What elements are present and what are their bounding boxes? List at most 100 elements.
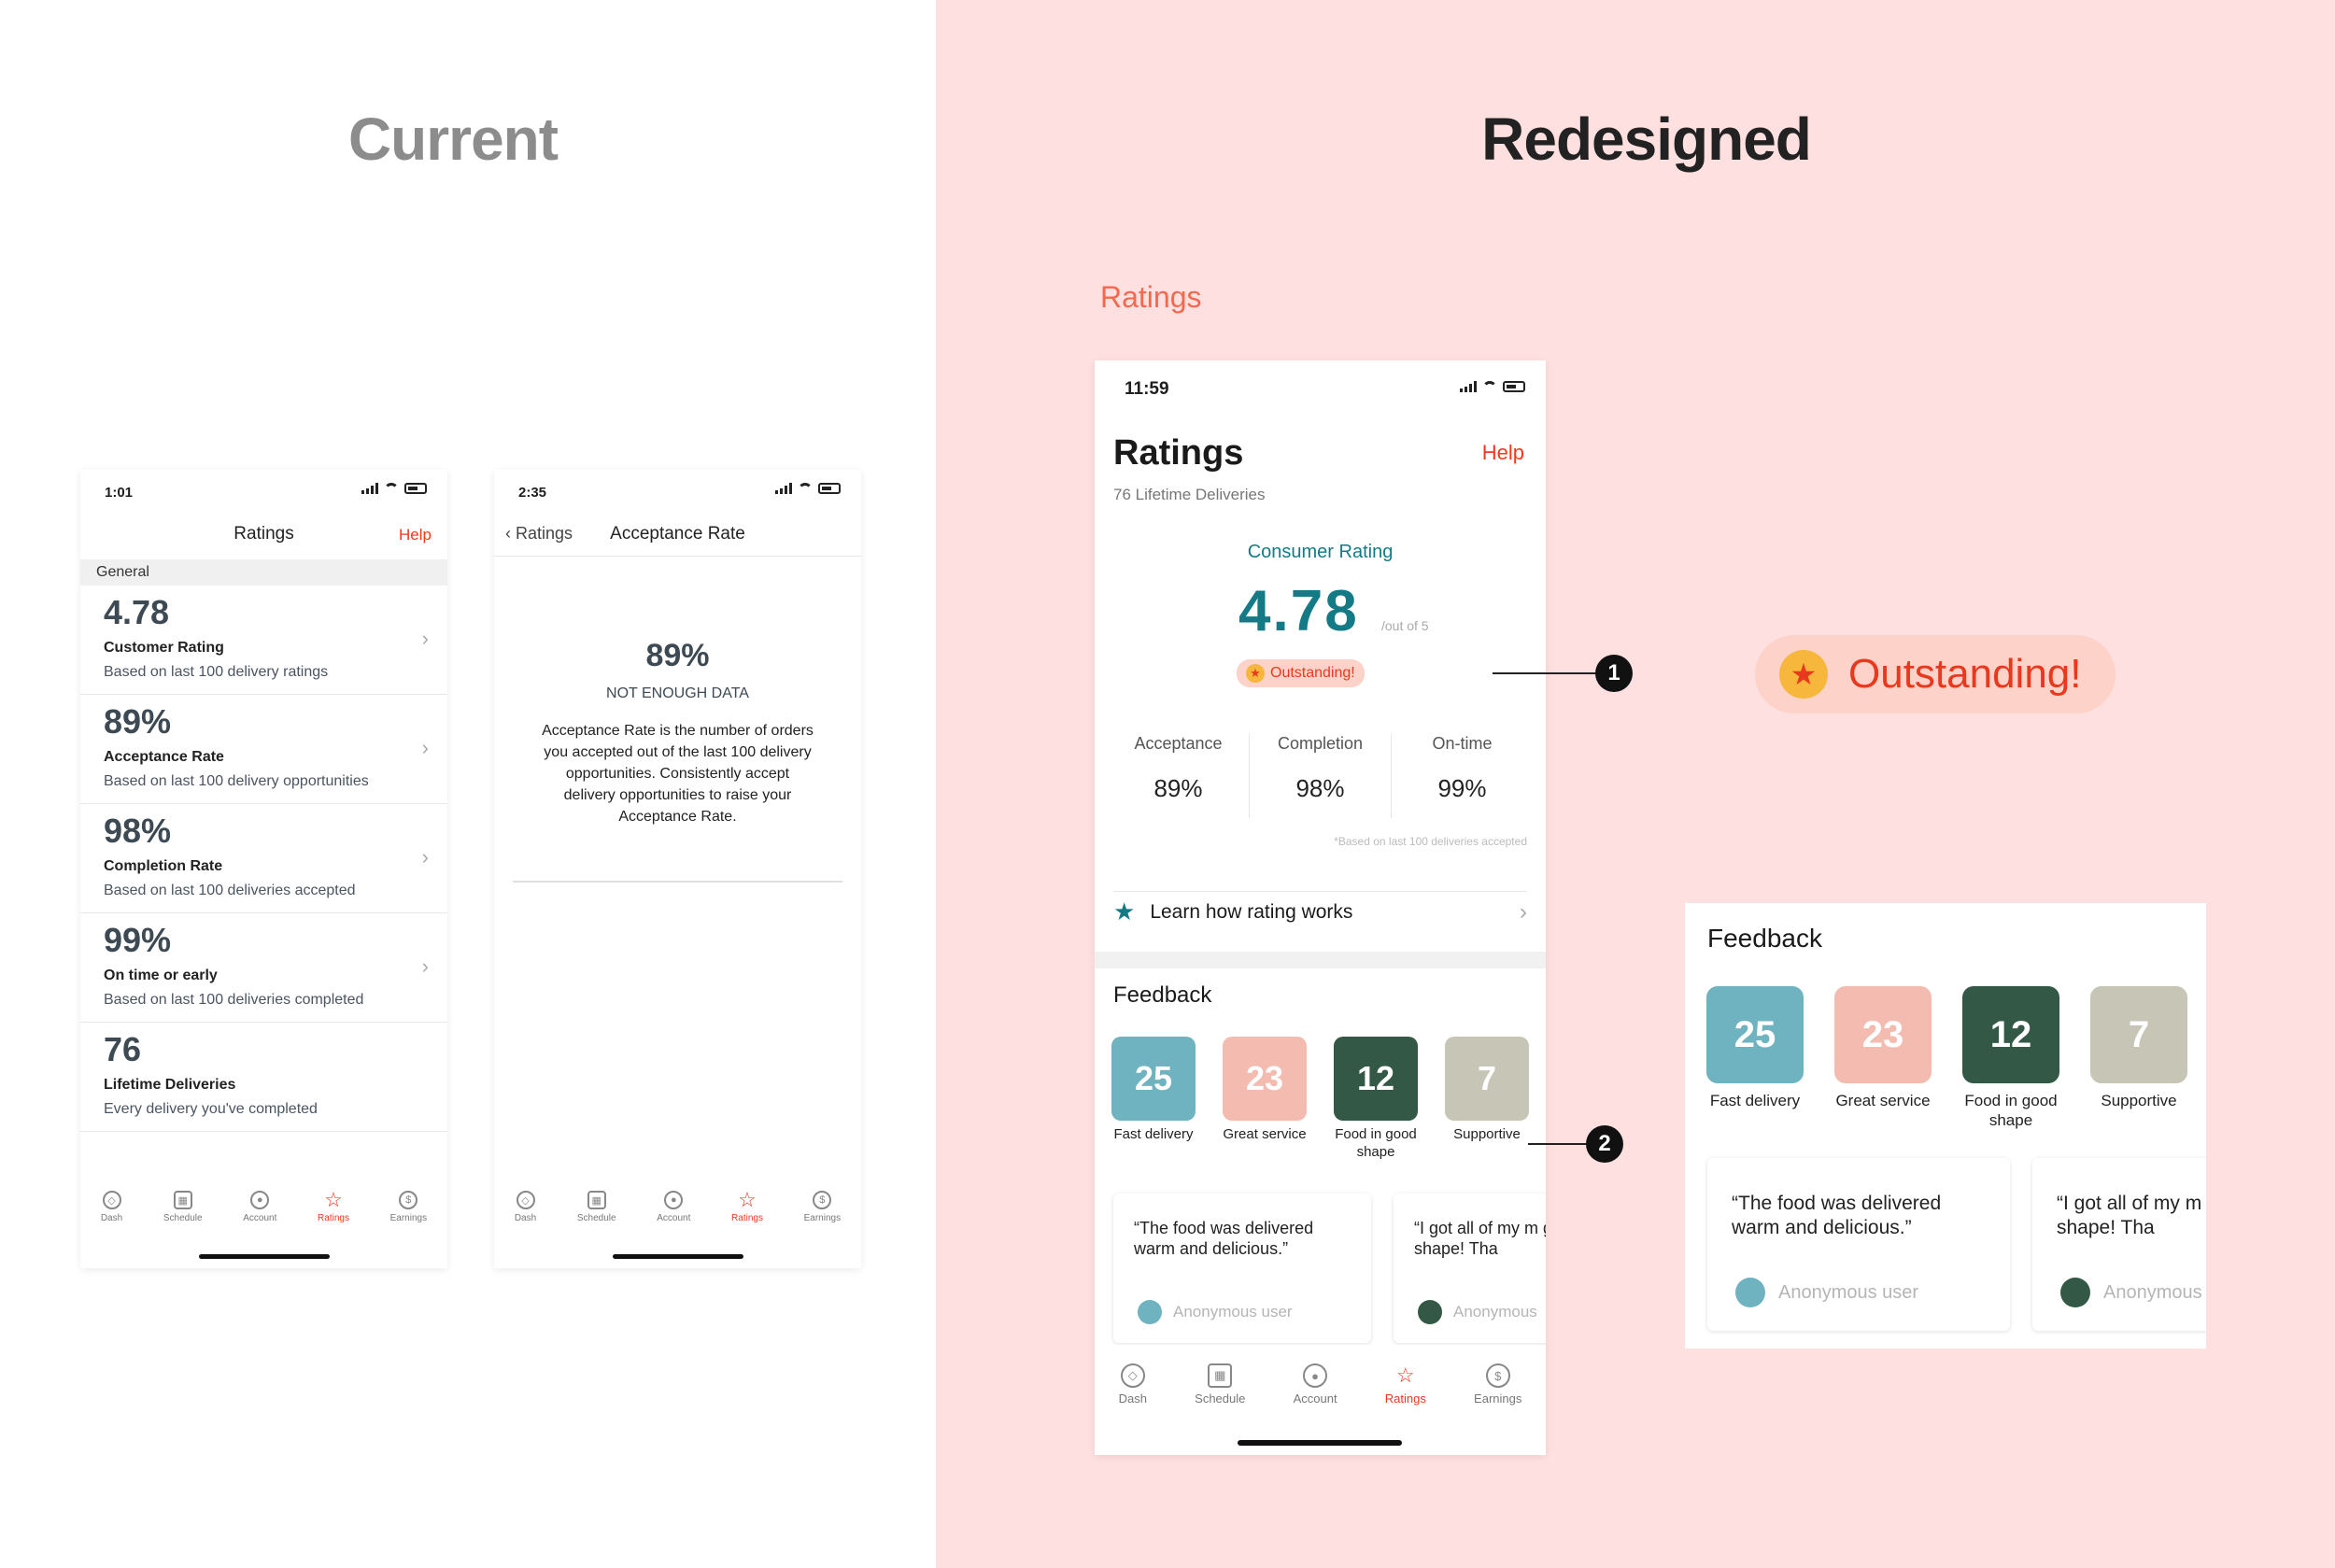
redesigned-title: Redesigned	[1481, 106, 1812, 173]
nav-title: Acceptance Rate	[610, 524, 745, 544]
review-quote: “I got all of my m good shape! Tha	[1414, 1219, 1546, 1258]
row-title: Acceptance Rate	[104, 749, 224, 765]
consumer-rating-label: Consumer Rating	[1247, 542, 1394, 562]
review-card[interactable]: “The food was delivered warm and delicio…	[1113, 1194, 1371, 1343]
compass-icon: ◇	[516, 1191, 535, 1209]
account-icon: ●	[250, 1191, 270, 1209]
status-bar: 11:59	[1095, 360, 1546, 407]
tab-label: Earnings	[1474, 1391, 1522, 1406]
divider	[494, 556, 861, 557]
tab-earnings[interactable]: $ Earnings	[1474, 1363, 1521, 1406]
feedback-tile-great-service[interactable]: 23 Great service	[1223, 1037, 1307, 1162]
row-value: 76	[104, 1030, 142, 1068]
signal-icon	[361, 483, 378, 494]
feedback-tile-fast-delivery[interactable]: 25 Fast delivery	[1111, 1037, 1196, 1162]
rating-row-acceptance[interactable]: 89% Acceptance Rate Based on last 100 de…	[80, 695, 447, 804]
stat-label: On-time	[1432, 734, 1493, 753]
tab-account[interactable]: ● Account	[1294, 1363, 1337, 1406]
stat-label: Acceptance	[1134, 734, 1223, 753]
tab-label: Earnings	[389, 1213, 428, 1223]
feedback-tile-great-service[interactable]: 23 Great service	[1834, 986, 1932, 1131]
tab-label: Dash	[514, 1213, 537, 1223]
feedback-tile-supportive[interactable]: 7 Supportive	[2090, 986, 2187, 1131]
account-icon: ●	[1303, 1363, 1328, 1388]
row-subtitle: Every delivery you've completed	[104, 1101, 318, 1117]
back-button[interactable]: ‹ Ratings	[505, 524, 573, 544]
tile-count: 23	[1834, 986, 1932, 1083]
tab-dash[interactable]: ◇ Dash	[101, 1191, 122, 1223]
row-title: Completion Rate	[104, 858, 223, 874]
review-carousel[interactable]: “The food was delivered warm and delicio…	[1095, 1186, 1546, 1345]
divider	[513, 881, 842, 883]
chevron-right-icon: ›	[1520, 898, 1527, 925]
tab-ratings[interactable]: ☆ Ratings	[318, 1188, 349, 1223]
acceptance-description: Acceptance Rate is the number of orders …	[542, 723, 814, 825]
tab-label: Ratings	[1384, 1391, 1426, 1406]
battery-icon	[404, 483, 427, 494]
tab-ratings[interactable]: ☆ Ratings	[1385, 1363, 1426, 1406]
tile-count: 25	[1706, 986, 1804, 1083]
author-name: Anonymous	[2103, 1281, 2202, 1303]
tile-count: 23	[1223, 1037, 1307, 1121]
tab-earnings[interactable]: $ Earnings	[804, 1191, 841, 1223]
tile-label: Great service	[1223, 1126, 1307, 1142]
tab-schedule[interactable]: ▦ Schedule	[1195, 1363, 1245, 1406]
review-card[interactable]: “I got all of my m good shape! Tha Anony…	[1394, 1194, 1546, 1343]
tab-bar: ◇ Dash ▦ Schedule ● Account ☆ Ratings $ Earni…	[1095, 1363, 1546, 1406]
feedback-tile-food-condition[interactable]: 12 Food in good shape	[1962, 986, 2059, 1131]
callout-marker-2: 2	[1586, 1125, 1623, 1163]
tab-schedule[interactable]: ▦ Schedule	[577, 1191, 616, 1223]
data-status: NOT ENOUGH DATA	[606, 685, 749, 701]
outstanding-badge-detail: ★ Outstanding!	[1755, 635, 2116, 713]
tab-account[interactable]: ● Account	[657, 1191, 690, 1223]
tile-count: 12	[1334, 1037, 1418, 1121]
feedback-tile-supportive[interactable]: 7 Supportive	[1445, 1037, 1529, 1162]
stats-footnote: *Based on last 100 deliveries accepted	[1334, 835, 1527, 848]
tab-label: Earnings	[803, 1213, 842, 1223]
back-label: Ratings	[516, 524, 573, 543]
status-time: 2:35	[518, 485, 547, 501]
stat-completion: Completion 98%	[1250, 734, 1392, 818]
tab-label: Account	[243, 1213, 277, 1223]
feedback-tiles: 25 Fast delivery 23 Great service 12 Food i…	[1111, 1037, 1529, 1162]
tab-bar: ◇ Dash ▦ Schedule ● Account ☆ Ratings $ Earni…	[494, 1188, 861, 1223]
tab-label: Schedule	[576, 1213, 616, 1223]
row-value: 4.78	[104, 593, 170, 631]
review-card[interactable]: “I got all of my m good shape! Tha Anony…	[2032, 1158, 2206, 1331]
rating-row-customer[interactable]: 4.78 Customer Rating Based on last 100 d…	[80, 586, 447, 695]
rating-row-on-time[interactable]: 99% On time or early Based on last 100 d…	[80, 913, 447, 1023]
consumer-rating-value: 4.78	[1238, 579, 1359, 643]
stat-acceptance: Acceptance 89%	[1108, 734, 1250, 818]
help-link[interactable]: Help	[399, 526, 432, 544]
status-bar: 1:01	[80, 470, 447, 516]
chevron-left-icon: ‹	[505, 524, 516, 543]
tab-account[interactable]: ● Account	[243, 1191, 276, 1223]
tab-earnings[interactable]: $ Earnings	[390, 1191, 427, 1223]
wifi-icon	[1482, 381, 1497, 392]
account-icon: ●	[664, 1191, 684, 1209]
tile-label: Supportive	[2101, 1092, 2177, 1109]
stat-on-time: On-time 99%	[1392, 734, 1533, 818]
review-author: Anonymous user	[1735, 1278, 1918, 1307]
learn-rating-link[interactable]: ★ Learn how rating works ›	[1113, 891, 1527, 932]
row-value: 99%	[104, 921, 172, 959]
current-title: Current	[347, 106, 559, 173]
chevron-right-icon: ›	[421, 736, 429, 759]
feedback-tile-food-condition[interactable]: 12 Food in good shape	[1334, 1037, 1418, 1162]
outstanding-badge: ★ Outstanding!	[1237, 659, 1365, 687]
home-indicator	[199, 1254, 330, 1259]
help-link[interactable]: Help	[1482, 441, 1524, 465]
rate-stats: Acceptance 89% Completion 98% On-time 99%	[1108, 734, 1533, 818]
callout-marker-1: 1	[1595, 655, 1633, 692]
feedback-tile-fast-delivery[interactable]: 25 Fast delivery	[1706, 986, 1804, 1131]
rating-row-completion[interactable]: 98% Completion Rate Based on last 100 de…	[80, 804, 447, 913]
tab-dash[interactable]: ◇ Dash	[515, 1191, 536, 1223]
tab-schedule[interactable]: ▦ Schedule	[163, 1191, 203, 1223]
avatar	[1418, 1300, 1442, 1324]
tab-ratings[interactable]: ☆ Ratings	[731, 1188, 763, 1223]
status-icons	[1460, 381, 1525, 392]
review-cards: “The food was delivered warm and delicio…	[1113, 1194, 1546, 1343]
review-author: Anonymous	[1418, 1300, 1537, 1324]
tab-dash[interactable]: ◇ Dash	[1119, 1363, 1147, 1406]
review-card[interactable]: “The food was delivered warm and delicio…	[1707, 1158, 2010, 1331]
